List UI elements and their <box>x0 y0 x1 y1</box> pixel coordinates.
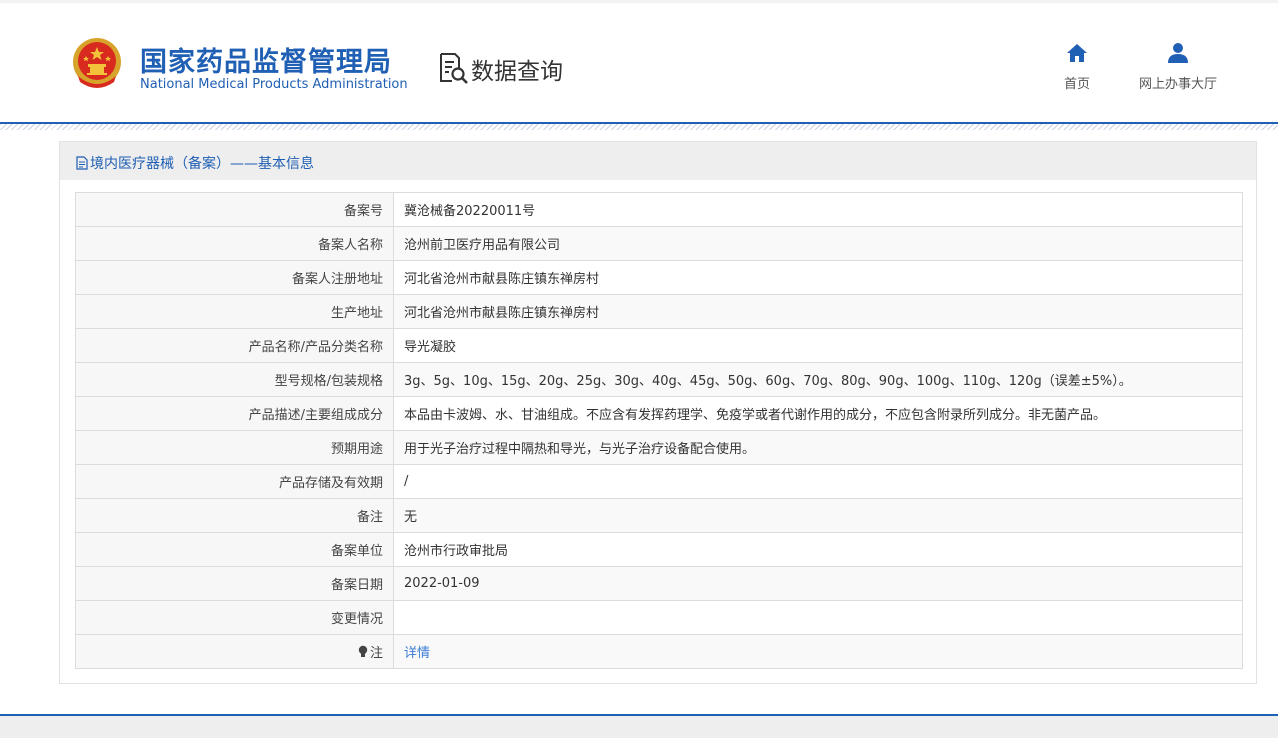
field-label: 产品存储及有效期 <box>75 464 394 499</box>
nav-home-label: 首页 <box>1063 77 1090 92</box>
field-label: 备案号 <box>75 192 394 227</box>
field-label: 产品名称/产品分类名称 <box>75 328 394 363</box>
panel-title-text: 境内医疗器械（备案）——基本信息 <box>90 156 314 172</box>
bulb-icon <box>358 645 368 657</box>
field-label: 备注 <box>75 498 394 533</box>
field-value: 用于光子治疗过程中隔热和导光，与光子治疗设备配合使用。 <box>393 430 1243 465</box>
field-label: 型号规格/包装规格 <box>75 362 394 397</box>
table-row: 预期用途 用于光子治疗过程中隔热和导光，与光子治疗设备配合使用。 <box>75 430 1243 465</box>
field-label: 变更情况 <box>75 600 394 635</box>
field-value: 冀沧械备20220011号 <box>393 192 1243 227</box>
field-label: 产品描述/主要组成成分 <box>75 396 394 431</box>
table-row: 产品描述/主要组成成分 本品由卡波姆、水、甘油组成。不应含有发挥药理学、免疫学或… <box>75 396 1243 431</box>
table-row: 备案单位 沧州市行政审批局 <box>75 532 1243 567</box>
table-row: 生产地址 河北省沧州市献县陈庄镇东禅房村 <box>75 294 1243 329</box>
table-row: 备注 无 <box>75 498 1243 533</box>
data-query-icon <box>440 53 468 84</box>
nav-service-hall-link[interactable]: 网上办事大厅 <box>1126 42 1230 92</box>
field-value: 沧州前卫医疗用品有限公司 <box>393 226 1243 261</box>
note-label: 注 <box>369 646 383 661</box>
org-name-cn: 国家药品监督管理局 <box>140 47 392 78</box>
top-strip <box>0 0 1278 3</box>
field-value: 导光凝胶 <box>393 328 1243 363</box>
table-row: 变更情况 <box>75 600 1243 635</box>
section-title: 数据查询 <box>471 59 563 85</box>
table-row: 产品名称/产品分类名称 导光凝胶 <box>75 328 1243 363</box>
field-value: 无 <box>393 498 1243 533</box>
table-row: 备案人名称 沧州前卫医疗用品有限公司 <box>75 226 1243 261</box>
record-table: 备案号 冀沧械备20220011号 备案人名称 沧州前卫医疗用品有限公司 备案人… <box>75 192 1243 669</box>
header-hatch <box>0 124 1278 130</box>
table-row: 备案号 冀沧械备20220011号 <box>75 192 1243 227</box>
table-row: 备案人注册地址 河北省沧州市献县陈庄镇东禅房村 <box>75 260 1243 295</box>
field-label: 预期用途 <box>75 430 394 465</box>
panel-header: 境内医疗器械（备案）——基本信息 <box>60 142 1256 180</box>
field-value: 河北省沧州市献县陈庄镇东禅房村 <box>393 260 1243 295</box>
panel-title: 境内医疗器械（备案）——基本信息 <box>76 153 314 173</box>
field-value: 河北省沧州市献县陈庄镇东禅房村 <box>393 294 1243 329</box>
field-value: 沧州市行政审批局 <box>393 532 1243 567</box>
field-value <box>393 600 1243 635</box>
nav-home-link[interactable]: 首页 <box>1048 42 1106 92</box>
site-header: 国家药品监督管理局 National Medical Products Admi… <box>0 0 1278 130</box>
nav-service-hall-label: 网上办事大厅 <box>1138 77 1217 92</box>
user-icon <box>1168 43 1188 63</box>
table-row: 型号规格/包装规格 3g、5g、10g、15g、20g、25g、30g、40g、… <box>75 362 1243 397</box>
field-value: / <box>393 464 1243 499</box>
field-label: 备案单位 <box>75 532 394 567</box>
field-label: 备案人名称 <box>75 226 394 261</box>
field-label: 生产地址 <box>75 294 394 329</box>
field-value: 本品由卡波姆、水、甘油组成。不应含有发挥药理学、免疫学或者代谢作用的成分，不应包… <box>393 396 1243 431</box>
document-icon <box>76 156 88 170</box>
site-footer <box>0 716 1278 738</box>
table-row: 备案日期 2022-01-09 <box>75 566 1243 601</box>
field-label: 备案人注册地址 <box>75 260 394 295</box>
national-emblem-icon <box>73 38 121 88</box>
field-value: 2022-01-09 <box>393 566 1243 601</box>
note-value-cell: 详情 <box>393 634 1243 669</box>
org-name-en: National Medical Products Administration <box>140 77 408 92</box>
table-row: 产品存储及有效期 / <box>75 464 1243 499</box>
field-label: 备案日期 <box>75 566 394 601</box>
info-panel: 境内医疗器械（备案）——基本信息 备案号 冀沧械备20220011号 备案人名称… <box>59 141 1257 684</box>
home-icon <box>1067 44 1087 62</box>
field-value: 3g、5g、10g、15g、20g、25g、30g、40g、45g、50g、60… <box>393 362 1243 397</box>
note-label-cell: 注 <box>75 634 394 669</box>
details-link[interactable]: 详情 <box>404 646 430 661</box>
table-row-note: 注 详情 <box>75 634 1243 669</box>
